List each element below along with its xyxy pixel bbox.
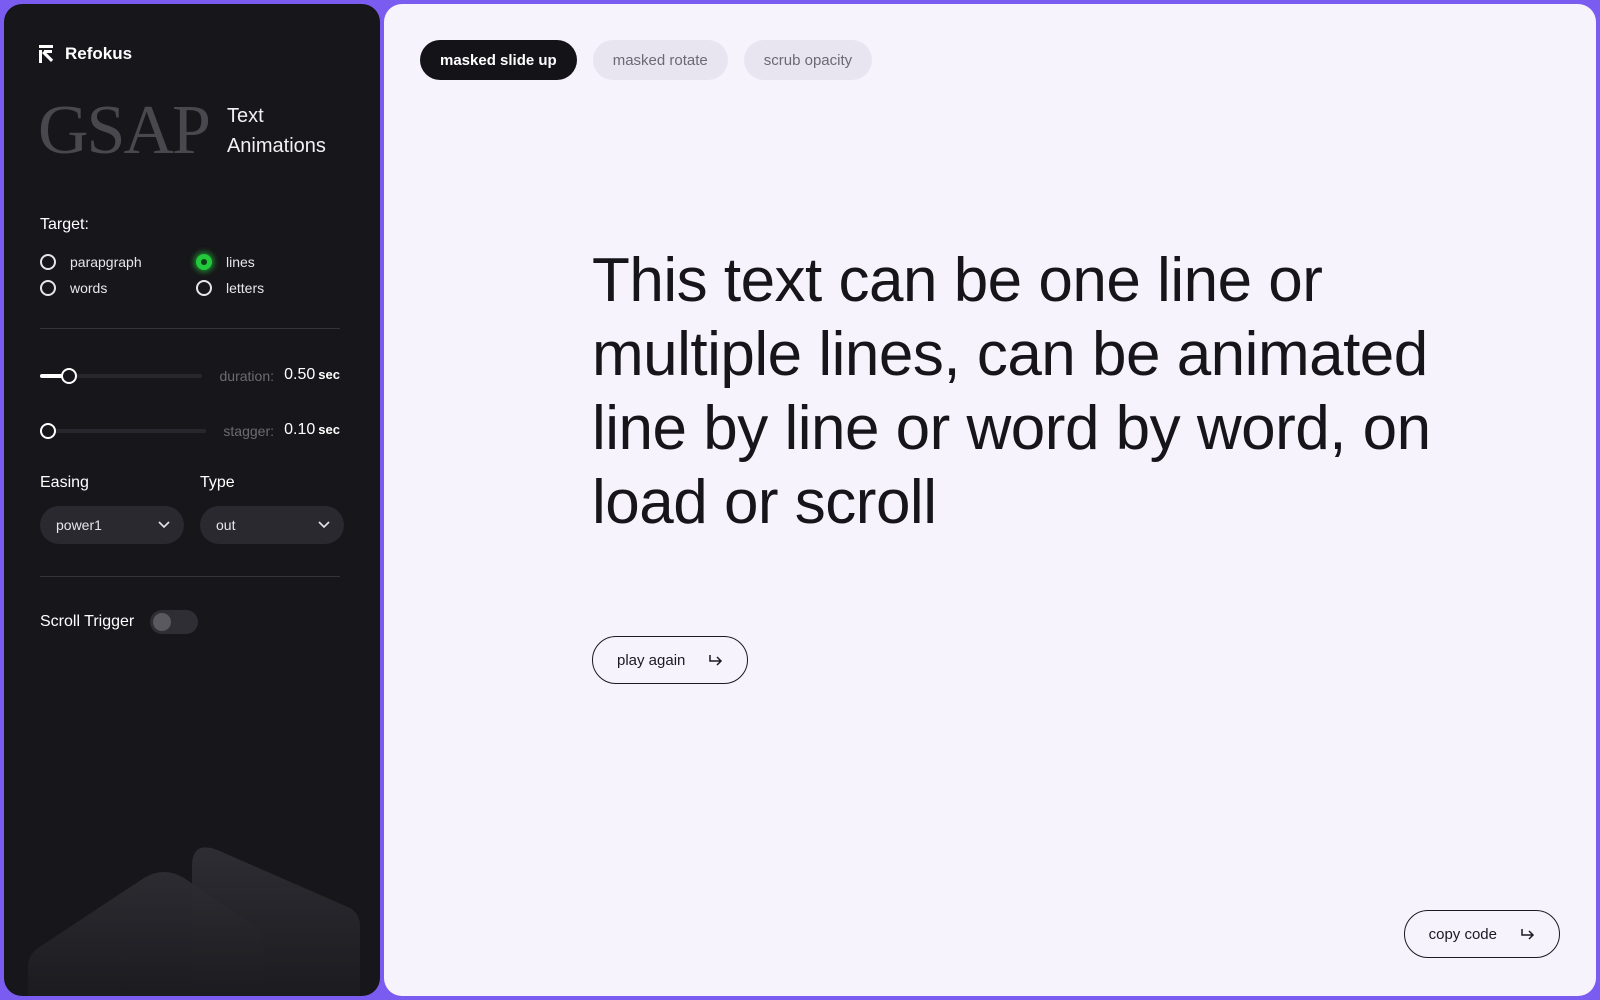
sidebar: Refokus GSAP Text Animations Target: par…	[4, 4, 380, 996]
brand-name: Refokus	[65, 44, 133, 63]
duration-value: 0.50 sec	[284, 366, 340, 384]
decorative-shapes	[28, 847, 360, 996]
radio-lines[interactable]: lines	[196, 254, 255, 270]
radio-words[interactable]: words	[40, 280, 107, 296]
copy-code-label: copy code	[1428, 925, 1497, 943]
duration-label: duration:	[219, 368, 274, 384]
chevron-down-icon	[318, 521, 330, 529]
easing-value: power1	[56, 517, 102, 533]
brand[interactable]: Refokus	[39, 44, 132, 64]
tab-masked-slide-up[interactable]: masked slide up	[420, 40, 577, 80]
copy-code-button[interactable]: copy code	[1403, 910, 1560, 958]
main-panel: masked slide up masked rotate scrub opac…	[384, 4, 1596, 996]
arrow-right-icon	[1521, 929, 1535, 940]
scroll-trigger-toggle[interactable]	[150, 610, 199, 634]
radio-circle-icon	[40, 254, 56, 270]
radio-selected-icon	[196, 254, 212, 270]
arrow-right-icon	[709, 655, 723, 666]
duration-number: 0.50	[284, 366, 316, 383]
type-label: Type	[200, 474, 235, 491]
slider-thumb[interactable]	[61, 368, 77, 384]
gsap-logo-word: GSAP	[38, 92, 211, 169]
easing-select[interactable]: power1	[40, 506, 184, 544]
divider	[40, 576, 340, 577]
tab-masked-rotate[interactable]: masked rotate	[592, 40, 728, 80]
scroll-trigger-label: Scroll Trigger	[40, 613, 135, 630]
play-again-button[interactable]: play again	[592, 636, 749, 684]
radio-letters[interactable]: letters	[196, 280, 264, 296]
stagger-value: 0.10 sec	[284, 421, 340, 439]
type-value: out	[216, 517, 236, 533]
radio-label: lines	[226, 254, 255, 270]
refokus-logo-icon	[39, 45, 54, 63]
hero-subtitle-line2: Animations	[226, 135, 326, 157]
radio-circle-icon	[196, 280, 212, 296]
toggle-knob	[153, 613, 172, 631]
tab-scrub-opacity[interactable]: scrub opacity	[743, 40, 873, 80]
hero-subtitle: Text Animations	[227, 101, 326, 161]
divider	[40, 328, 340, 329]
radio-circle-icon	[40, 280, 56, 296]
radio-label: parapgraph	[70, 254, 142, 270]
hero-subtitle-line1: Text	[226, 105, 264, 127]
radio-label: words	[70, 280, 108, 296]
animation-tabs: masked slide up masked rotate scrub opac…	[420, 40, 873, 80]
duration-slider[interactable]: duration: 0.50 sec	[40, 364, 340, 388]
slider-track[interactable]	[40, 429, 206, 433]
radio-label: letters	[226, 280, 265, 296]
slider-thumb[interactable]	[40, 423, 56, 439]
stagger-label: stagger:	[223, 423, 274, 439]
play-again-label: play again	[617, 651, 686, 669]
chevron-down-icon	[158, 521, 170, 529]
hero-title: GSAP Text Animations	[38, 96, 326, 166]
type-select[interactable]: out	[200, 506, 344, 544]
stagger-number: 0.10	[284, 421, 316, 438]
target-heading: Target:	[40, 216, 89, 233]
radio-paragraph[interactable]: parapgraph	[40, 254, 142, 270]
scroll-trigger-row: Scroll Trigger	[40, 610, 199, 634]
easing-label: Easing	[40, 474, 89, 491]
app-frame: Refokus GSAP Text Animations Target: par…	[0, 0, 1600, 1000]
stagger-slider[interactable]: stagger: 0.10 sec	[40, 419, 340, 443]
duration-unit: sec	[318, 367, 340, 382]
stagger-unit: sec	[318, 422, 340, 437]
demo-headline: This text can be one line or multiple li…	[592, 246, 1431, 537]
